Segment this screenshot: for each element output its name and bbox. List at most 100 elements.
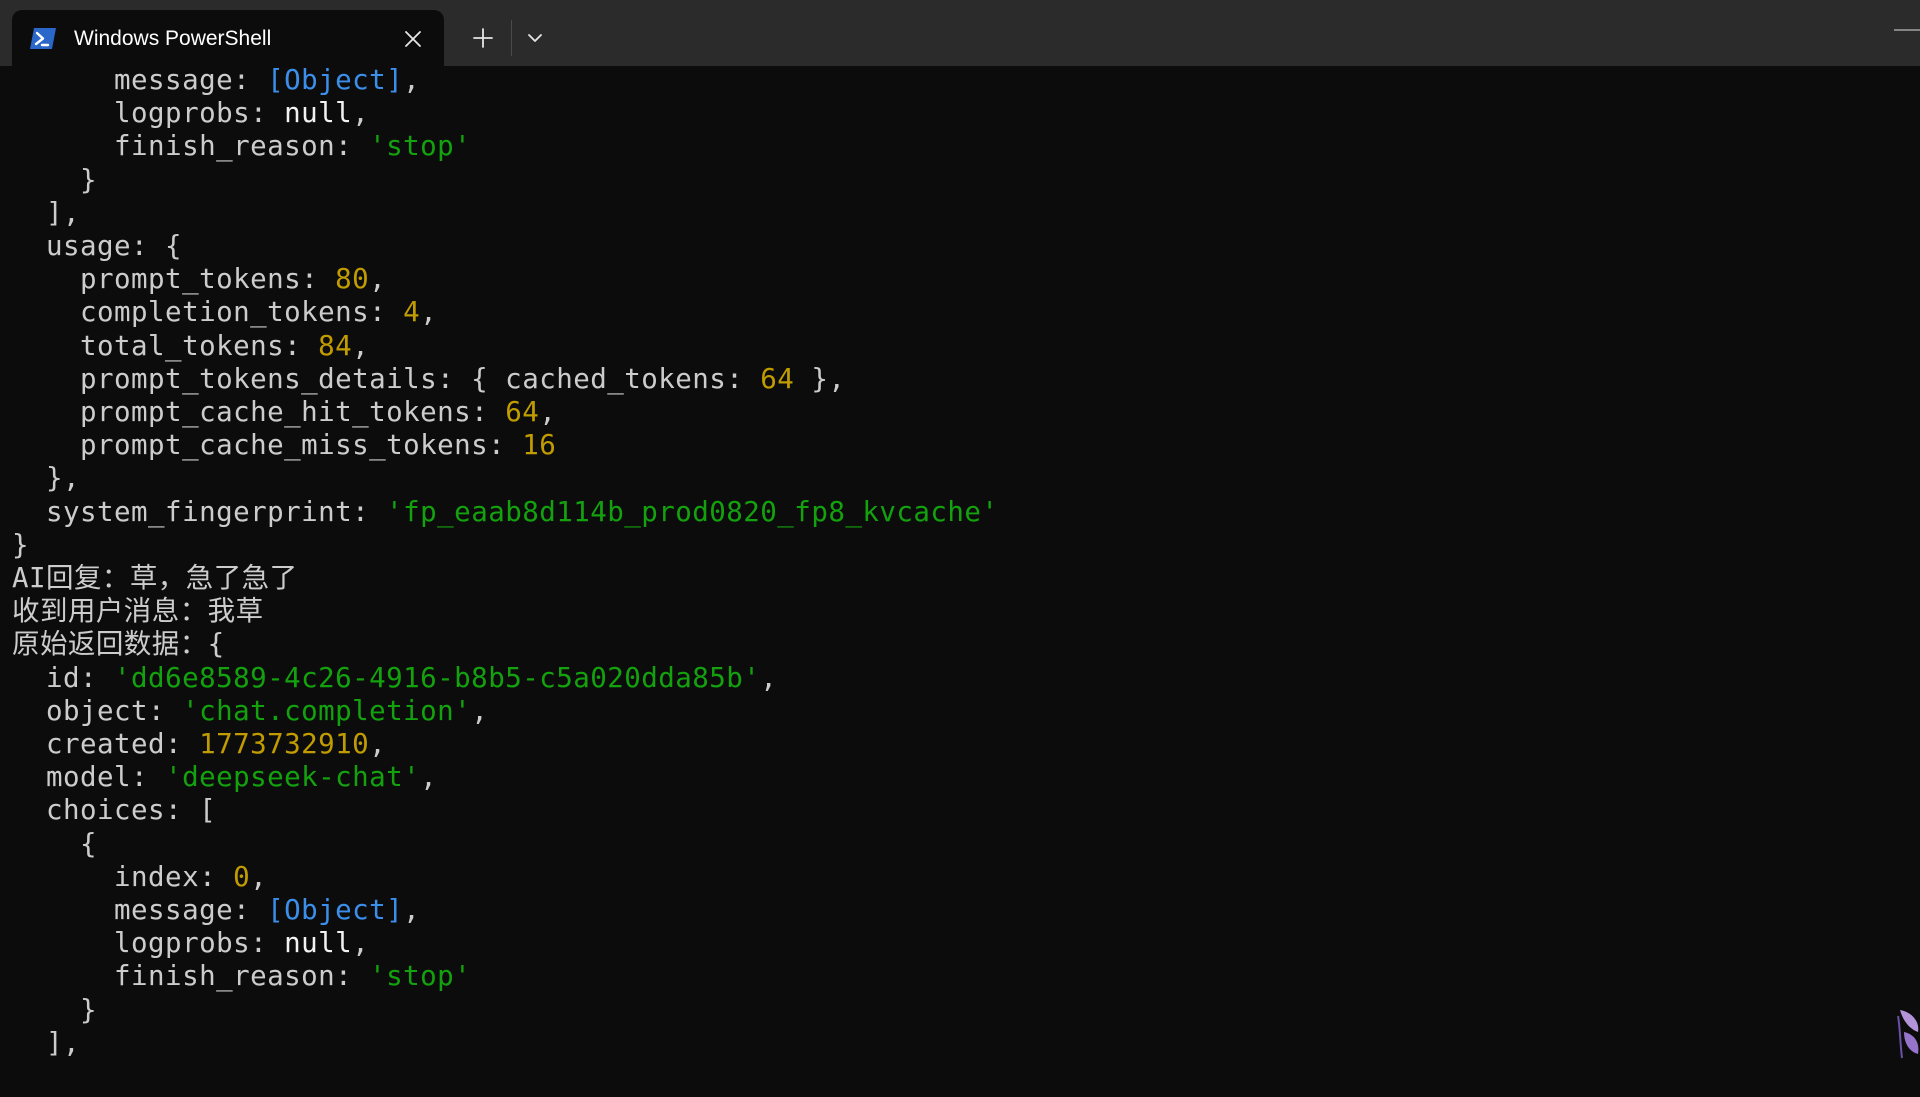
terminal-line: prompt_cache_hit_tokens: 64, — [12, 396, 556, 429]
terminal-text-segment: finish_reason: — [12, 130, 370, 163]
powershell-icon — [30, 28, 56, 49]
terminal-line: } — [12, 529, 29, 562]
terminal-text-segment: AI回复：草，急了急了 — [12, 562, 298, 594]
terminal-line: id: 'dd6e8589-4c26-4916-b8b5-c5a020dda85… — [12, 662, 777, 695]
terminal-text-segment: finish_reason: — [12, 960, 370, 993]
terminal-text-segment: system_fingerprint: — [12, 495, 387, 528]
terminal-line: { — [12, 828, 97, 861]
terminal-text-segment: 'dd6e8589-4c26-4916-b8b5-c5a020dda85b' — [114, 661, 761, 694]
terminal-text-segment: choices: [ — [12, 794, 217, 827]
terminal-text-segment: null — [284, 97, 353, 130]
terminal-line: }, — [12, 462, 80, 495]
terminal-text-segment: , — [369, 728, 387, 760]
terminal-text-segment: , — [539, 396, 557, 428]
terminal-text-segment: } — [12, 163, 98, 196]
terminal-text-segment: , — [352, 97, 370, 130]
terminal-line: ], — [12, 1027, 80, 1060]
terminal-text-segment: } — [12, 993, 98, 1026]
terminal-line: object: 'chat.completion', — [12, 695, 488, 728]
terminal-line: 原始返回数据：{ — [12, 628, 225, 661]
terminal-line: completion_tokens: 4, — [12, 296, 437, 329]
terminal-text-segment: total_tokens: — [12, 329, 319, 362]
terminal-text-segment: logprobs: — [12, 927, 285, 960]
terminal-text-segment: [Object] — [267, 894, 404, 926]
terminal-text-segment: , — [250, 860, 268, 893]
terminal-text-segment: , — [369, 263, 387, 296]
terminal-text-segment: created: — [12, 728, 200, 760]
terminal-text-segment: , — [420, 296, 438, 329]
terminal-text-segment: 84 — [318, 329, 353, 362]
terminal-line: } — [12, 994, 97, 1027]
new-tab-button[interactable] — [462, 20, 504, 56]
terminal-line: total_tokens: 84, — [12, 330, 369, 363]
terminal-text-segment: prompt_tokens: — [12, 263, 336, 296]
terminal-text-segment: , — [352, 927, 370, 960]
terminal-text-segment: logprobs: — [12, 97, 285, 130]
terminal-text-segment: 'stop' — [369, 960, 472, 993]
terminal-text-segment: 64 — [505, 396, 540, 428]
minimize-button[interactable] — [1880, 16, 1920, 46]
terminal-text-segment: model: — [12, 761, 166, 794]
tab-title: Windows PowerShell — [74, 27, 272, 50]
terminal-text-segment: , — [760, 661, 778, 694]
plus-icon — [473, 28, 493, 48]
terminal-text-segment: 'chat.completion' — [182, 694, 472, 727]
terminal-text-segment: 'fp_eaab8d114b_prod0820_fp8_kvcache' — [386, 495, 999, 528]
terminal-text-segment: , — [403, 66, 421, 96]
terminal-text-segment: , — [403, 894, 421, 926]
terminal-line: logprobs: null, — [12, 927, 369, 960]
terminal-text-segment: 收到用户消息：我草 — [12, 595, 264, 628]
terminal-line: logprobs: null, — [12, 97, 369, 130]
terminal-text-segment: }, — [12, 462, 81, 495]
terminal-text-segment: object: — [12, 694, 183, 727]
terminal-text-segment: 'stop' — [369, 130, 472, 163]
terminal-line: message: [Object], — [12, 894, 420, 927]
terminal-line: ], — [12, 197, 80, 230]
terminal-line: prompt_cache_miss_tokens: 16 — [12, 429, 556, 462]
butterfly-icon — [1897, 1010, 1919, 1059]
tab-windows-powershell[interactable]: Windows PowerShell — [12, 10, 444, 68]
terminal-line: finish_reason: 'stop' — [12, 130, 471, 163]
terminal-text-segment: 0 — [233, 860, 251, 893]
terminal-text-segment: { — [12, 827, 98, 860]
terminal-line: system_fingerprint: 'fp_eaab8d114b_prod0… — [12, 496, 998, 529]
terminal-line: finish_reason: 'stop' — [12, 960, 471, 993]
terminal-text-segment: null — [284, 927, 353, 960]
terminal-text-segment: completion_tokens: — [12, 296, 404, 329]
terminal-text-segment: index: — [12, 860, 234, 893]
close-icon[interactable] — [401, 27, 425, 51]
terminal-line: prompt_tokens_details: { cached_tokens: … — [12, 363, 845, 396]
terminal-text-segment: 原始返回数据：{ — [12, 628, 225, 661]
terminal-text-segment: message: — [12, 66, 268, 96]
terminal-text-segment: prompt_cache_miss_tokens: — [12, 429, 523, 462]
terminal-line: model: 'deepseek-chat', — [12, 761, 437, 794]
terminal-text-segment: 1773732910 — [199, 728, 370, 760]
terminal-text-segment: [Object] — [267, 66, 404, 96]
terminal-text-segment: }, — [794, 362, 846, 395]
terminal-line: usage: { — [12, 230, 182, 263]
terminal-text-segment: 80 — [335, 263, 370, 296]
terminal-line: } — [12, 164, 97, 197]
terminal-text-segment: usage: { — [12, 230, 183, 262]
terminal-line: message: [Object], — [12, 66, 420, 97]
terminal-text-segment: 4 — [403, 296, 421, 329]
terminal-line: choices: [ — [12, 794, 216, 827]
terminal-line: index: 0, — [12, 861, 267, 894]
terminal-text-segment: prompt_tokens_details: { cached_tokens: — [12, 362, 761, 395]
terminal-text-segment: 64 — [760, 362, 795, 395]
terminal-line: prompt_tokens: 80, — [12, 263, 386, 296]
terminal-output[interactable]: message: [Object], logprobs: null, finis… — [0, 66, 1920, 1097]
terminal-line: 收到用户消息：我草 — [12, 595, 264, 628]
terminal-text-segment: 16 — [522, 429, 557, 462]
tab-bar: Windows PowerShell — [0, 0, 1920, 68]
terminal-text-segment: , — [420, 761, 438, 794]
tab-divider — [511, 20, 512, 56]
chevron-down-icon — [528, 34, 542, 42]
tab-dropdown-button[interactable] — [516, 20, 554, 56]
terminal-text-segment: 'deepseek-chat' — [165, 761, 421, 794]
terminal-window: Windows PowerShell message: [Object], lo… — [0, 0, 1920, 1097]
terminal-line: AI回复：草，急了急了 — [12, 562, 298, 595]
terminal-text-segment: } — [12, 528, 30, 561]
terminal-text-segment: id: — [12, 661, 115, 694]
terminal-text-segment: message: — [12, 894, 268, 926]
